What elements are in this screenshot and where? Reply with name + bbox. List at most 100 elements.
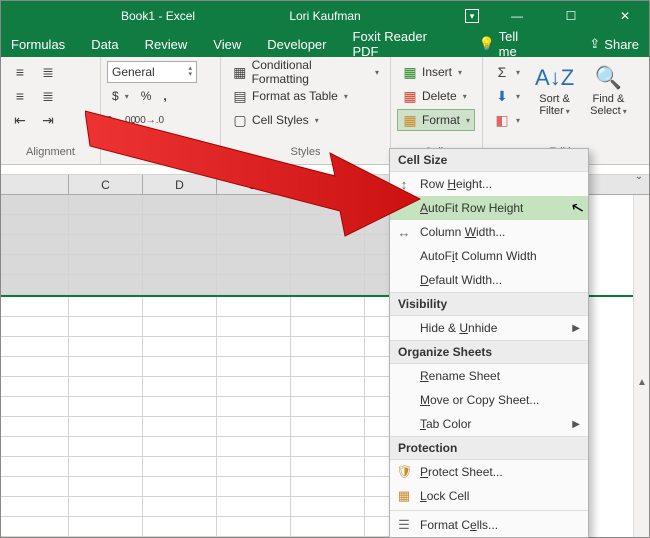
conditional-formatting-label: Conditional Formatting [252,58,369,86]
find-icon: 🔍 [595,65,622,91]
delete-icon: ▦ [402,88,418,104]
menu-format-cells[interactable]: ☰ Format Cells... [390,513,588,537]
find-select-label2: Select [590,105,621,117]
currency-button[interactable]: $▾ [107,85,134,107]
menu-autofit-column-width[interactable]: AutoFit Column Width [390,244,588,268]
align-left-button[interactable]: ≡ [7,85,33,107]
share-button[interactable]: ⇪ Share [589,36,639,52]
col-header[interactable]: C [69,175,143,194]
share-icon: ⇪ [589,36,600,52]
close-button[interactable]: ✕ [607,1,643,31]
col-header[interactable] [1,175,69,194]
increase-decimal-button[interactable]: .0→.00 [107,109,133,131]
delete-label: Delete [422,89,457,103]
share-label: Share [604,37,639,52]
protect-sheet-icon: 🛡 [396,464,412,480]
minimize-button[interactable]: — [499,1,535,31]
menu-column-width[interactable]: ↔ Column Width... [390,220,588,244]
cell-styles-button[interactable]: ▢ Cell Styles▾ [227,109,384,131]
percent-icon: % [141,89,152,103]
title-bar: Book1 - Excel Lori Kaufman ▾ — ☐ ✕ [1,1,649,31]
find-select-label1: Find & [593,93,625,105]
format-as-table-button[interactable]: ▤ Format as Table▾ [227,85,384,107]
percent-button[interactable]: % [136,85,157,107]
conditional-formatting-icon: ▦ [232,64,248,80]
cell-styles-icon: ▢ [232,112,248,128]
sort-filter-label2: Filter [539,105,563,117]
menu-rename-sheet[interactable]: Rename Sheet [390,364,588,388]
vertical-scrollbar[interactable]: ▲ [633,195,649,537]
conditional-formatting-button[interactable]: ▦ Conditional Formatting▾ [227,61,384,83]
column-width-icon: ↔ [396,225,412,240]
align-top-button[interactable]: ≡ [7,61,33,83]
menu-hide-unhide[interactable]: Hide & Unhide▶ [390,316,588,340]
menu-lock-cell[interactable]: ▦ Lock Cell [390,484,588,508]
lock-cell-icon: ▦ [396,488,412,504]
cell-styles-label: Cell Styles [252,113,309,127]
menu-autofit-row-height[interactable]: AutoFit Row Height [390,196,588,220]
ribbon-display-options-icon[interactable]: ▾ [465,9,479,23]
menu-row-height[interactable]: ↕ Row Height... [390,172,588,196]
insert-label: Insert [422,65,452,79]
find-select-button[interactable]: 🔍 Find &Select▾ [584,61,633,135]
align-middle-button[interactable]: ≣ [35,61,61,83]
sort-filter-icon: A↓Z [535,65,574,91]
format-cells-button[interactable]: ▦ Format▾ [397,109,475,131]
increase-indent-button[interactable]: ⇥ [35,109,61,131]
menu-move-copy-sheet[interactable]: Move or Copy Sheet... [390,388,588,412]
menu-section-visibility: Visibility [390,292,588,316]
menu-section-cellsize: Cell Size [390,149,588,172]
autosum-button[interactable]: Σ▾ [489,61,525,83]
clear-button[interactable]: ◧▾ [489,109,525,131]
eraser-icon: ◧ [494,112,510,128]
tell-me-label: Tell me [499,29,538,59]
menu-tab-color[interactable]: Tab Color▶ [390,412,588,436]
scroll-up-icon[interactable]: ▲ [637,377,647,388]
format-label: Format [422,113,460,127]
format-menu: Cell Size ↕ Row Height... AutoFit Row He… [389,148,589,538]
format-cells-icon: ☰ [396,517,412,533]
currency-icon: $ [112,89,119,103]
sigma-icon: Σ [494,64,510,80]
col-header[interactable]: F [291,175,365,194]
menu-section-organize: Organize Sheets [390,340,588,364]
menu-default-width[interactable]: Default Width... [390,268,588,292]
sort-filter-button[interactable]: A↓Z Sort &Filter▾ [529,61,580,135]
menu-section-protection: Protection [390,436,588,460]
tell-me[interactable]: 💡 Tell me [478,29,537,59]
table-icon: ▤ [232,88,248,104]
tab-data[interactable]: Data [91,37,118,52]
group-alignment-label: Alignment [7,146,94,162]
fill-button[interactable]: ⬇▾ [489,85,525,107]
delete-cells-button[interactable]: ▦ Delete▾ [397,85,475,107]
maximize-button[interactable]: ☐ [553,1,589,31]
sort-filter-label1: Sort & [539,93,570,105]
fill-icon: ⬇ [494,88,510,104]
window-title: Book1 - Excel [1,9,465,23]
tab-formulas[interactable]: Formulas [11,37,65,52]
row-height-icon: ↕ [396,177,412,192]
format-as-table-label: Format as Table [252,89,338,103]
tab-review[interactable]: Review [145,37,188,52]
number-format-select[interactable]: General ▴▾ [107,61,197,83]
col-header[interactable]: E [217,175,291,194]
decrease-indent-button[interactable]: ⇤ [7,109,33,131]
tab-developer[interactable]: Developer [267,37,326,52]
decrease-decimal-button[interactable]: .00→.0 [135,109,161,131]
tab-foxit[interactable]: Foxit Reader PDF [353,29,453,59]
insert-icon: ▦ [402,64,418,80]
align-center-button[interactable]: ≣ [35,85,61,107]
lightbulb-icon: 💡 [478,36,494,52]
format-icon: ▦ [402,112,418,128]
submenu-arrow-icon: ▶ [572,419,580,430]
insert-cells-button[interactable]: ▦ Insert▾ [397,61,475,83]
menu-protect-sheet[interactable]: 🛡 Protect Sheet... [390,460,588,484]
number-format-value: General [112,65,155,79]
formula-bar-expand[interactable]: ⌄ [631,169,647,185]
col-header[interactable]: D [143,175,217,194]
comma-button[interactable]: , [158,85,171,107]
group-number-label: N… [107,146,214,162]
tab-view[interactable]: View [213,37,241,52]
submenu-arrow-icon: ▶ [572,323,580,334]
user-name: Lori Kaufman [289,9,360,23]
